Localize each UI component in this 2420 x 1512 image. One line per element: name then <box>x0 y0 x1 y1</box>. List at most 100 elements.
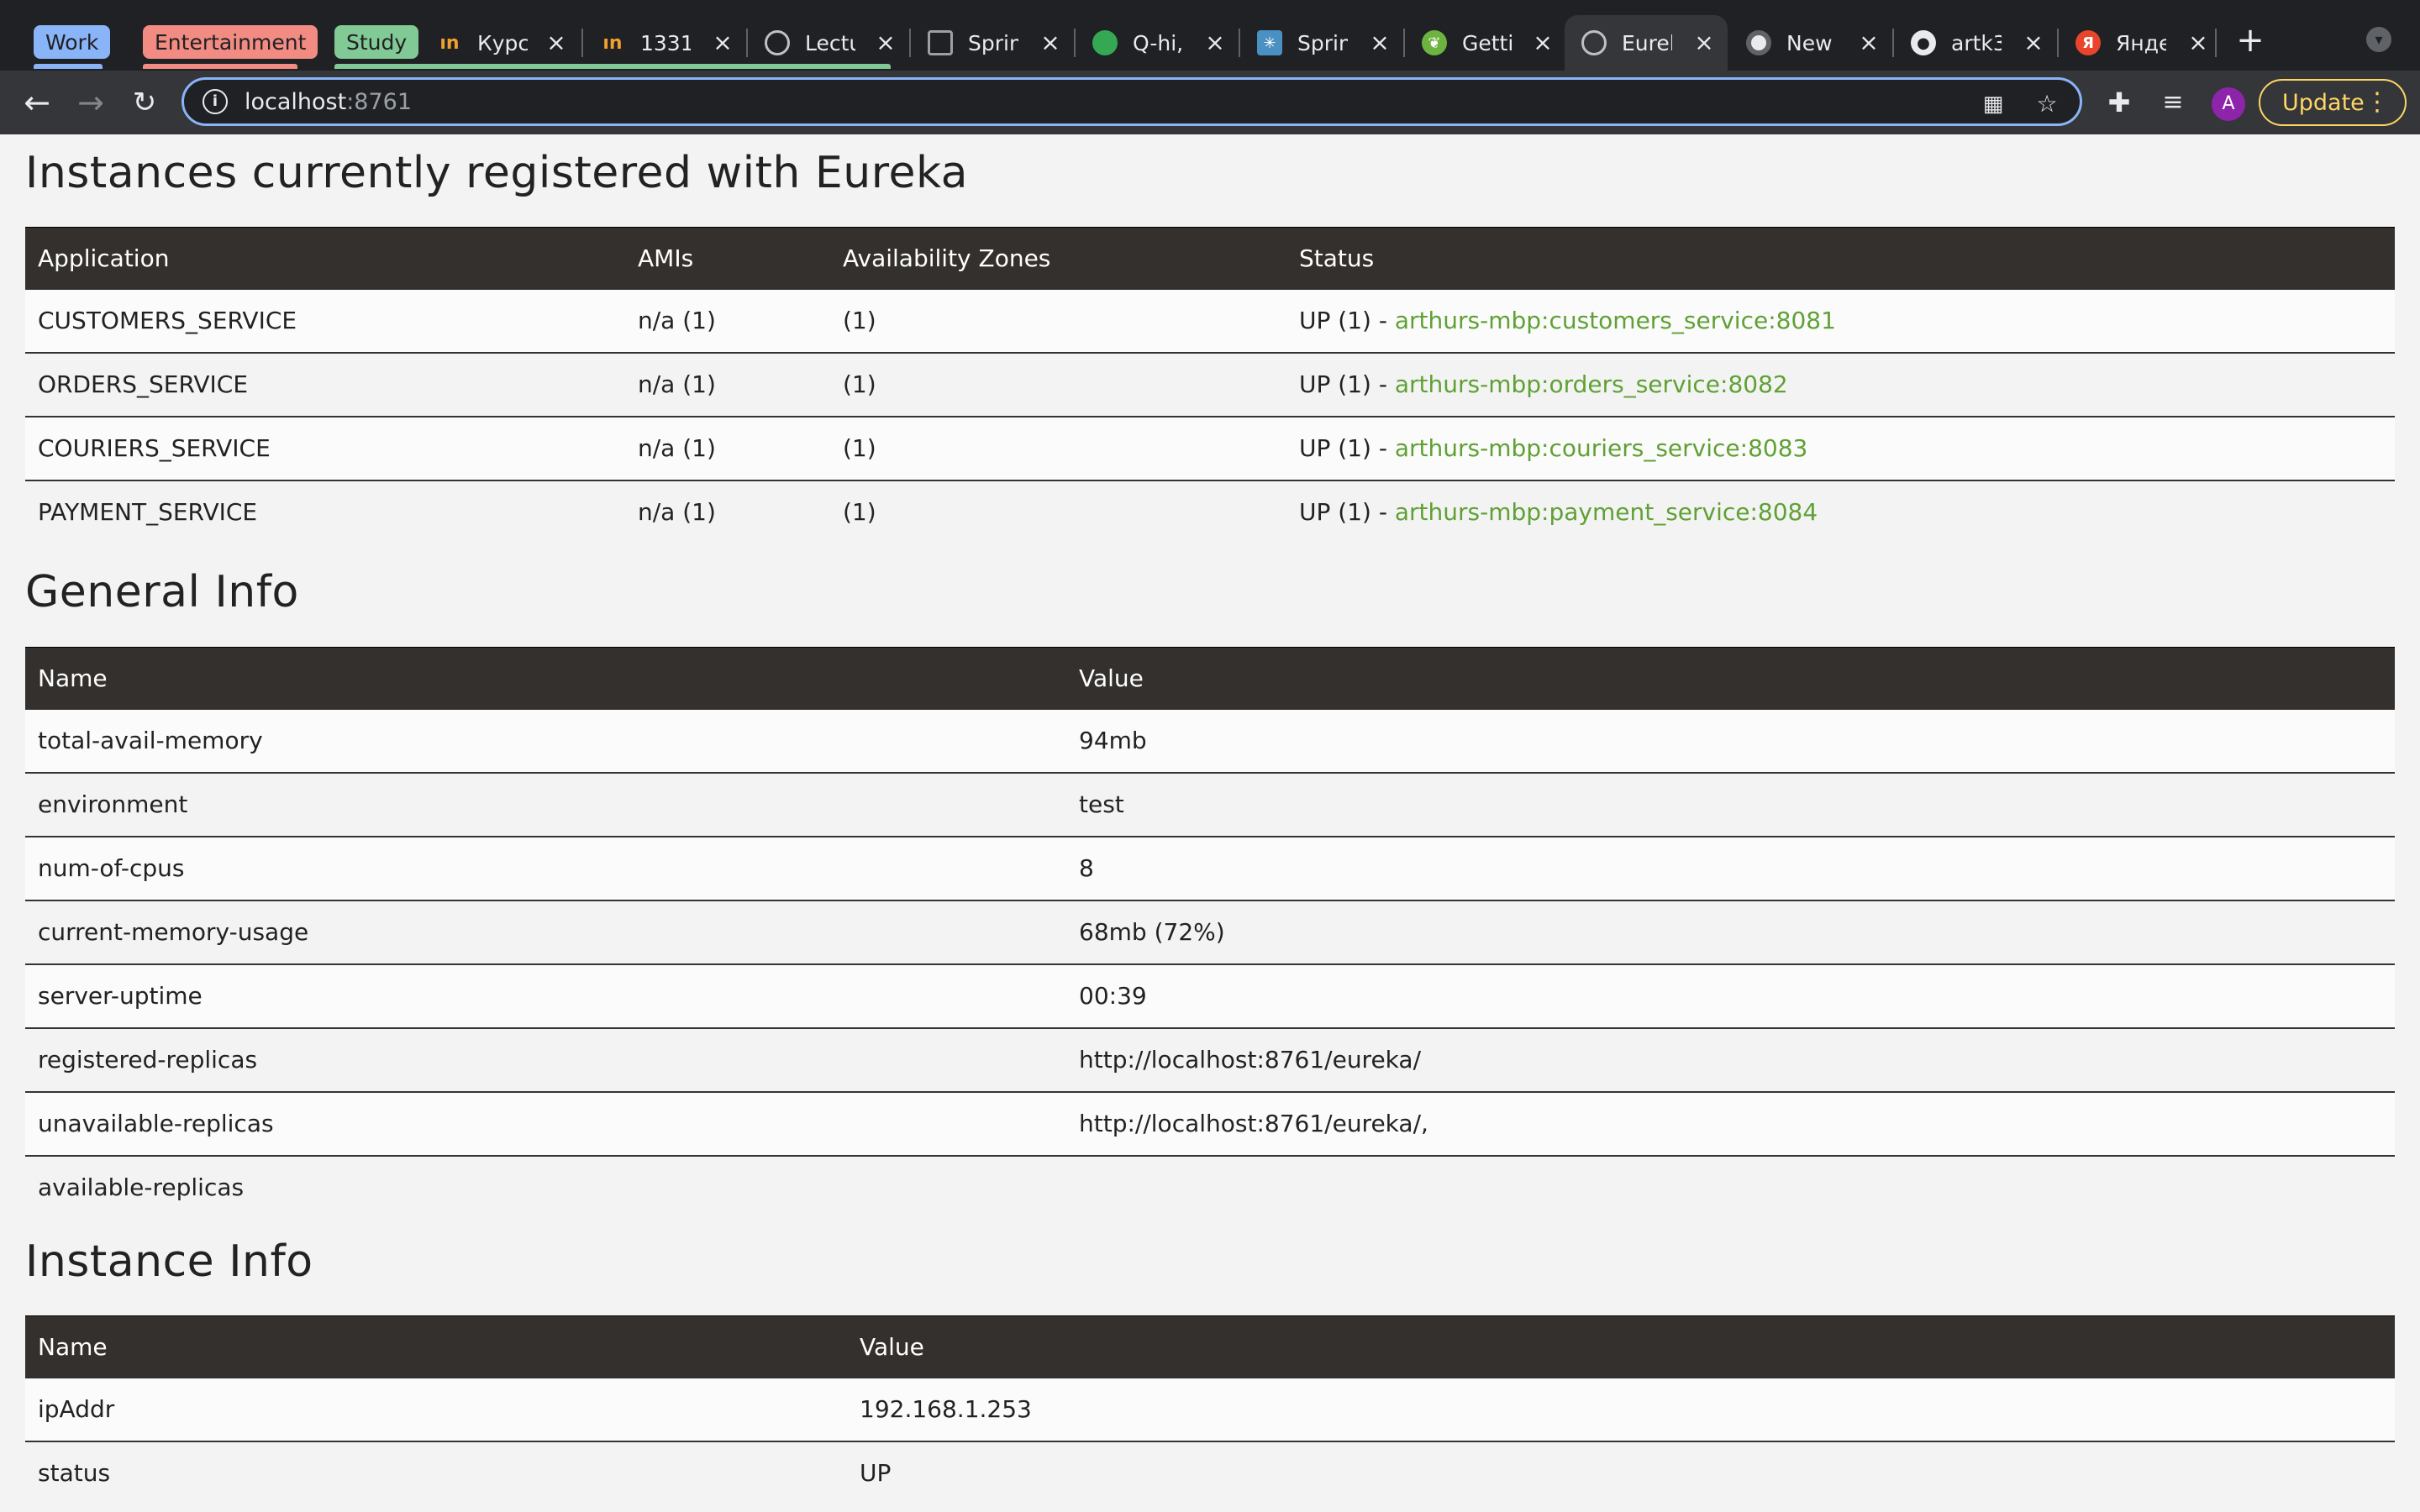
tab-getting-started[interactable]: ❦ Gettir × <box>1405 15 1566 71</box>
close-icon[interactable]: × <box>1692 31 1716 55</box>
column-header: Name <box>25 1315 847 1378</box>
back-arrow-icon[interactable]: ← <box>17 82 57 123</box>
address-url: localhost:8761 <box>245 89 412 115</box>
instance-link[interactable]: arthurs-mbp:payment_service:8084 <box>1395 498 1818 526</box>
avatar-initial: A <box>2222 93 2235 114</box>
info-name: total-avail-memory <box>25 709 1066 774</box>
update-button[interactable]: Update ⋮ <box>2259 79 2407 126</box>
bookmark-star-icon[interactable]: ☆ <box>2033 90 2061 118</box>
table-row: unavailable-replicas http://localhost:87… <box>25 1091 2395 1157</box>
close-icon[interactable]: × <box>1531 31 1555 55</box>
chat-icon <box>1092 30 1118 55</box>
status-text: UP (1) - <box>1299 307 1395 334</box>
application-name: ORDERS_SERVICE <box>25 352 625 417</box>
tab-group-work[interactable]: Work <box>34 25 111 59</box>
amazon-icon: ın <box>602 32 623 54</box>
status-cell: UP (1) - arthurs-mbp:customers_service:8… <box>1286 289 2395 354</box>
address-bar[interactable]: i localhost:8761 ▦ ☆ <box>182 77 2082 126</box>
close-icon[interactable]: × <box>2022 31 2045 55</box>
tab-spring-2[interactable]: ✳ Spring × <box>1240 15 1403 71</box>
tab-kurs[interactable]: ın Курс × <box>420 15 580 71</box>
tab-title: Spring <box>968 30 1018 55</box>
tab-eureka[interactable]: Eurek × <box>1565 15 1728 71</box>
forward-arrow-icon[interactable]: → <box>71 82 111 123</box>
spring-io-icon: ✳ <box>1257 30 1282 55</box>
close-icon[interactable]: × <box>1368 31 1392 55</box>
table-row: registered-replicas http://localhost:876… <box>25 1027 2395 1093</box>
profile-avatar[interactable]: A <box>2212 87 2245 121</box>
application-name: PAYMENT_SERVICE <box>25 480 625 543</box>
table-row: total-avail-memory 94mb <box>25 709 2395 774</box>
status-text: UP (1) - <box>1299 434 1395 462</box>
general-info-table: Name Value total-avail-memory 94mb envir… <box>25 647 2395 1219</box>
table-row: available-replicas <box>25 1155 2395 1219</box>
close-icon[interactable]: × <box>1203 31 1227 55</box>
tab-title: Курс <box>477 30 528 55</box>
close-icon[interactable]: × <box>1039 31 1062 55</box>
site-info-icon[interactable]: i <box>203 89 228 114</box>
tab-group-study[interactable]: Study <box>334 25 419 59</box>
instance-info-table: Name Value ipAddr 192.168.1.253 status U… <box>25 1315 2395 1504</box>
amis-cell: n/a (1) <box>625 352 830 417</box>
kebab-menu-icon[interactable]: ⋮ <box>2365 87 2390 117</box>
update-label: Update <box>2282 89 2365 116</box>
info-value <box>1066 1155 2395 1219</box>
close-icon[interactable]: × <box>1857 31 1881 55</box>
info-value: 192.168.1.253 <box>847 1378 2395 1442</box>
tab-strip: Work Entertainment Study ın Курс × ın 13… <box>0 0 2420 71</box>
info-value: 68mb (72%) <box>1066 900 2395 965</box>
tab-title: Eurek <box>1622 30 1672 55</box>
info-value: test <box>1066 772 2395 837</box>
table-row: ORDERS_SERVICE n/a (1) (1) UP (1) - arth… <box>25 352 2395 417</box>
instance-info-heading: Instance Info <box>25 1236 313 1287</box>
table-row: ipAddr 192.168.1.253 <box>25 1378 2395 1442</box>
info-name: unavailable-replicas <box>25 1091 1066 1157</box>
close-icon[interactable]: × <box>874 31 897 55</box>
extensions-puzzle-icon[interactable]: ✚ <box>2101 84 2138 121</box>
tab-spring-1[interactable]: Spring × <box>911 15 1074 71</box>
close-icon[interactable]: × <box>2186 31 2210 55</box>
amis-cell: n/a (1) <box>625 289 830 354</box>
zones-cell: (1) <box>830 416 1286 481</box>
table-row: status UP <box>25 1441 2395 1504</box>
reload-icon[interactable]: ↻ <box>124 82 165 123</box>
tab-yandex[interactable]: Я Яндек × <box>2059 15 2222 71</box>
tab-group-underline <box>34 64 103 69</box>
info-value: UP <box>847 1441 2395 1504</box>
status-cell: UP (1) - arthurs-mbp:payment_service:808… <box>1286 480 2395 543</box>
status-text: UP (1) - <box>1299 498 1395 526</box>
instance-link[interactable]: arthurs-mbp:orders_service:8082 <box>1395 370 1788 398</box>
close-icon[interactable]: × <box>544 31 568 55</box>
info-name: ipAddr <box>25 1378 847 1442</box>
zones-cell: (1) <box>830 352 1286 417</box>
tab-title: 13315 <box>640 30 691 55</box>
tab-lecture[interactable]: Lectu × <box>748 15 909 71</box>
info-value: http://localhost:8761/eureka/, <box>1066 1091 2395 1157</box>
table-row: environment test <box>25 772 2395 837</box>
table-header-row: Name Value <box>25 1315 2395 1378</box>
tab-github[interactable]: ● artk3 × <box>1894 15 2057 71</box>
url-port: :8761 <box>346 88 413 115</box>
application-name: COURIERS_SERVICE <box>25 416 625 481</box>
instance-link[interactable]: arthurs-mbp:customers_service:8081 <box>1395 307 1836 334</box>
tab-title: Q-hi, <box>1133 30 1183 55</box>
table-row: PAYMENT_SERVICE n/a (1) (1) UP (1) - art… <box>25 480 2395 543</box>
tab-13315[interactable]: ın 13315 × <box>583 15 746 71</box>
instance-link[interactable]: arthurs-mbp:couriers_service:8083 <box>1395 434 1807 462</box>
media-queue-icon[interactable]: ≡ <box>2154 84 2191 121</box>
info-name: server-uptime <box>25 963 1066 1029</box>
info-value: 94mb <box>1066 709 2395 774</box>
tab-group-entertainment[interactable]: Entertainment <box>143 25 318 59</box>
tab-new-tab[interactable]: New T × <box>1729 15 1892 71</box>
qr-code-icon[interactable]: ▦ <box>1979 90 2007 118</box>
tab-search-chevron-icon[interactable]: ▾ <box>2366 27 2391 52</box>
amis-cell: n/a (1) <box>625 416 830 481</box>
application-name: CUSTOMERS_SERVICE <box>25 289 625 354</box>
info-value: http://localhost:8761/eureka/ <box>1066 1027 2395 1093</box>
column-header: Application <box>25 227 625 290</box>
close-icon[interactable]: × <box>711 31 734 55</box>
yandex-icon: Я <box>2075 30 2101 55</box>
tab-q-hi[interactable]: Q-hi, × <box>1076 15 1239 71</box>
new-tab-plus-icon[interactable]: + <box>2233 24 2267 57</box>
table-row: COURIERS_SERVICE n/a (1) (1) UP (1) - ar… <box>25 416 2395 481</box>
